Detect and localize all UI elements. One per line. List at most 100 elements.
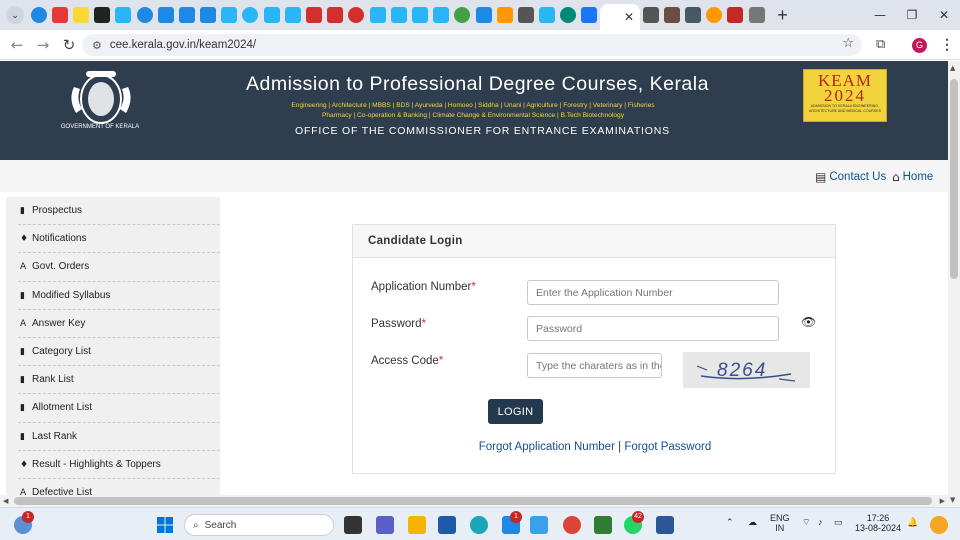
tab-favicon-icon[interactable] — [348, 7, 365, 23]
tab-favicon-icon[interactable] — [475, 7, 492, 23]
notifications-bell-icon[interactable]: 🔔 — [907, 517, 918, 527]
tab-favicon-icon[interactable] — [94, 7, 111, 23]
show-password-eye-icon[interactable]: 👁 — [801, 315, 816, 329]
tab-favicon-icon[interactable] — [136, 7, 153, 23]
tab-favicon-icon[interactable] — [663, 7, 680, 23]
extensions-icon[interactable]: ⧉ — [876, 37, 885, 52]
vertical-scrollbar[interactable]: ▲ ▼ — [948, 61, 960, 507]
wifi-icon[interactable]: ⌔ — [802, 517, 810, 527]
login-button[interactable]: LOGIN — [488, 399, 543, 424]
forgot-password-link[interactable]: Forgot Password — [624, 441, 711, 453]
site-info-icon[interactable]: ⚙ — [92, 39, 102, 52]
tab-search-dropdown-icon[interactable]: ⌄ — [6, 6, 24, 24]
forgot-application-number-link[interactable]: Forgot Application Number — [479, 441, 615, 453]
file-explorer-icon[interactable] — [408, 516, 426, 534]
close-tab-icon[interactable]: ✕ — [624, 10, 634, 24]
tab-favicon-icon[interactable] — [200, 7, 217, 23]
sidebar-item-category-list[interactable]: ▮ Category List — [18, 338, 220, 367]
scroll-down-icon[interactable]: ▼ — [950, 496, 955, 504]
sidebar-item-rank-list[interactable]: ▮ Rank List — [18, 366, 220, 395]
sidebar-item-last-rank[interactable]: ▮ Last Rank — [18, 423, 220, 451]
tab-favicon-icon[interactable] — [581, 7, 598, 23]
tab-favicon-icon[interactable] — [51, 7, 68, 23]
bookmark-star-icon[interactable]: ☆ — [842, 36, 854, 51]
volume-icon[interactable]: ♪ — [818, 517, 823, 527]
application-number-input[interactable] — [527, 280, 779, 305]
forward-icon[interactable]: → — [30, 36, 56, 54]
language-indicator[interactable]: ENG IN — [770, 513, 790, 533]
tab-favicon-icon[interactable] — [327, 7, 344, 23]
windows-start-icon[interactable] — [156, 516, 174, 534]
sidebar-item-modified-syllabus[interactable]: ▮ Modified Syllabus — [18, 282, 220, 310]
tab-favicon-icon[interactable] — [454, 7, 471, 23]
restore-icon[interactable]: ❐ — [896, 8, 928, 22]
sidebar-item-allotment-list[interactable]: ▮ Allotment List — [18, 394, 220, 423]
sidebar-item-answer-key[interactable]: A Answer Key — [18, 310, 220, 338]
tab-favicon-icon[interactable] — [685, 7, 702, 23]
sidebar-item-govt-orders[interactable]: A Govt. Orders — [18, 253, 220, 282]
tab-favicon-icon[interactable] — [748, 7, 765, 23]
browser-menu-icon[interactable]: ⋮ — [940, 36, 954, 53]
tab-favicon-icon[interactable] — [263, 7, 280, 23]
sidebar-item-notifications[interactable]: ♦ Notifications — [18, 225, 220, 254]
tab-favicon-icon[interactable] — [539, 7, 556, 23]
tab-list — [28, 0, 600, 30]
taskbar-search[interactable]: ⌕ Search — [184, 514, 334, 536]
reload-icon[interactable]: ↻ — [56, 36, 82, 54]
tab-favicon-icon[interactable] — [221, 7, 238, 23]
tab-favicon-icon[interactable] — [284, 7, 301, 23]
edge-icon[interactable] — [470, 516, 488, 534]
tab-favicon-icon[interactable] — [242, 7, 259, 23]
sidebar-item-defective-list[interactable]: A Defective List — [18, 479, 220, 495]
tab-favicon-icon[interactable] — [178, 7, 195, 23]
horizontal-scroll-thumb[interactable] — [14, 497, 932, 505]
sidebar-item-result-highlights-toppers[interactable]: ♦ Result - Highlights & Toppers — [18, 451, 220, 479]
tab-favicon-icon[interactable] — [706, 7, 723, 23]
new-tab-button[interactable]: + — [777, 6, 788, 24]
access-code-input[interactable] — [527, 353, 662, 378]
word-icon[interactable] — [656, 516, 674, 534]
tab-favicon-icon[interactable] — [115, 7, 132, 23]
tab-favicon-icon[interactable] — [727, 7, 744, 23]
tab-favicon-icon[interactable] — [369, 7, 386, 23]
address-bar[interactable]: ⚙ cee.kerala.gov.in/keam2024/ ☆ — [82, 34, 862, 56]
teams-icon[interactable] — [376, 516, 394, 534]
tab-favicon-icon[interactable] — [642, 7, 659, 23]
horizontal-scrollbar[interactable]: ◀ ▶ — [0, 495, 948, 507]
battery-icon[interactable]: ▭ — [834, 517, 843, 527]
vertical-scroll-thumb[interactable] — [950, 79, 958, 279]
copilot-icon[interactable] — [930, 516, 948, 534]
captcha-image: 8264 — [683, 352, 810, 388]
tab-active-keam[interactable]: ✕ — [600, 4, 641, 30]
tab-favicon-icon[interactable] — [496, 7, 513, 23]
minimize-icon[interactable]: — — [864, 8, 896, 22]
tab-favicon-icon[interactable] — [560, 7, 577, 23]
tab-favicon-icon[interactable] — [30, 7, 47, 23]
password-input[interactable] — [527, 316, 779, 341]
tab-favicon-icon[interactable] — [72, 7, 89, 23]
tab-favicon-icon[interactable] — [517, 7, 534, 23]
contact-us-link[interactable]: ▤ Contact Us — [815, 170, 886, 184]
tab-favicon-icon[interactable] — [306, 7, 323, 23]
required-mark: * — [471, 281, 476, 293]
scroll-right-icon[interactable]: ▶ — [940, 497, 945, 505]
profile-avatar[interactable]: G — [912, 38, 927, 53]
task-view-icon[interactable] — [344, 516, 362, 534]
clock[interactable]: 17:26 13-08-2024 — [855, 513, 901, 533]
xbox-icon[interactable] — [594, 516, 612, 534]
chrome-icon[interactable] — [563, 516, 581, 534]
tab-favicon-icon[interactable] — [390, 7, 407, 23]
tab-favicon-icon[interactable] — [157, 7, 174, 23]
onedrive-icon[interactable]: ☁ — [748, 517, 757, 527]
close-window-icon[interactable]: ✕ — [928, 8, 960, 22]
tab-favicon-icon[interactable] — [411, 7, 428, 23]
home-link[interactable]: ⌂ Home — [892, 170, 933, 184]
mail-app-icon[interactable] — [530, 516, 548, 534]
back-icon[interactable]: ← — [4, 36, 30, 54]
sidebar-item-prospectus[interactable]: ▮ Prospectus — [18, 197, 220, 226]
show-hidden-icons-icon[interactable]: ⌃ — [726, 517, 734, 527]
scroll-left-icon[interactable]: ◀ — [3, 497, 8, 505]
store-icon[interactable] — [438, 516, 456, 534]
scroll-up-icon[interactable]: ▲ — [950, 64, 955, 72]
tab-favicon-icon[interactable] — [433, 7, 450, 23]
